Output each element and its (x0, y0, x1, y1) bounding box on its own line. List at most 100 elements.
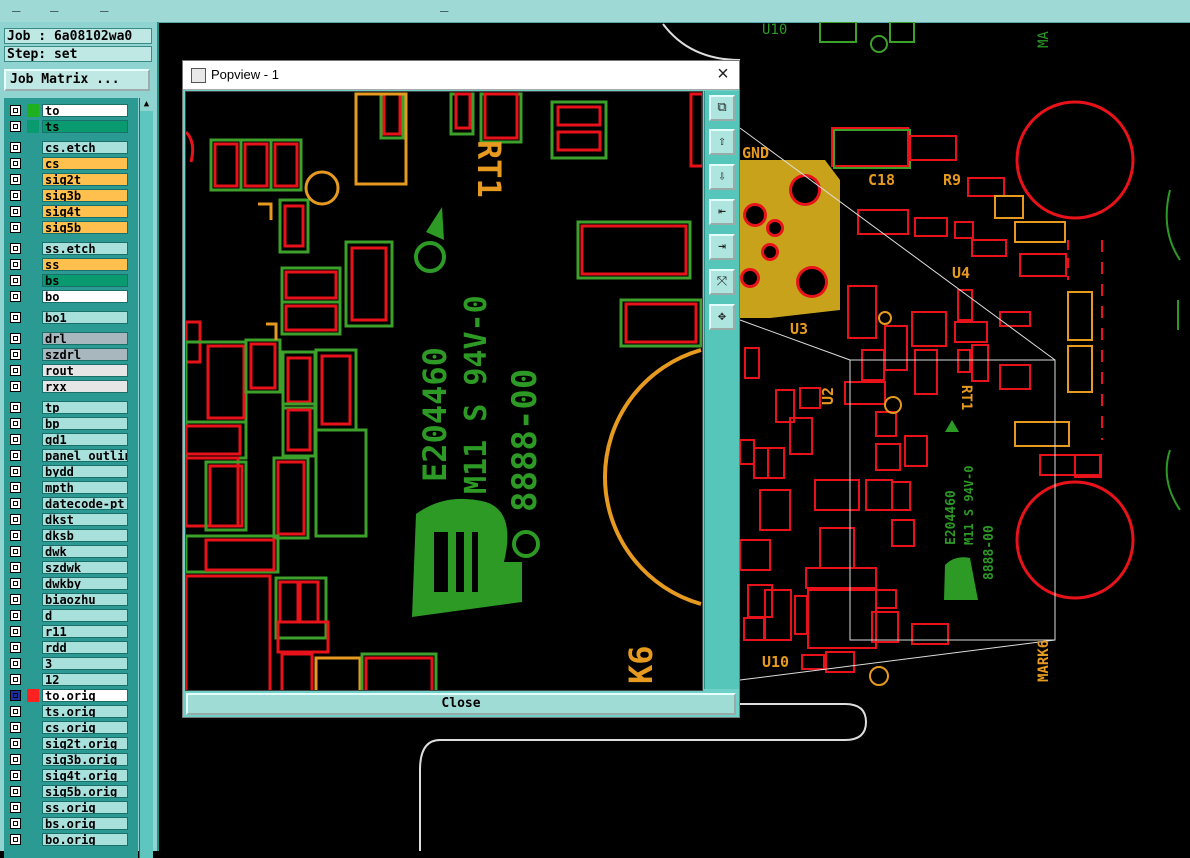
layer-name[interactable]: tp (42, 401, 128, 414)
layer-color-swatch[interactable] (27, 641, 39, 654)
layer-name[interactable]: szdrl (42, 348, 128, 361)
layer-row[interactable]: tp (6, 401, 128, 415)
layer-row[interactable]: drl (6, 332, 128, 346)
layer-row[interactable]: ts.orig (6, 705, 128, 719)
layer-color-swatch[interactable] (27, 721, 39, 734)
layer-checkbox[interactable] (10, 291, 21, 302)
scroll-up-icon[interactable]: ▲ (140, 98, 153, 111)
layer-row[interactable]: datecode-pt (6, 497, 128, 511)
layer-name[interactable]: sig5b (42, 221, 128, 234)
layer-name[interactable]: rout (42, 364, 128, 377)
layer-checkbox[interactable] (10, 722, 21, 733)
layer-name[interactable]: bo1 (42, 311, 128, 324)
layer-row[interactable]: dksb (6, 529, 128, 543)
layer-color-swatch[interactable] (27, 380, 39, 393)
layer-row[interactable]: ss.orig (6, 801, 128, 815)
layer-name[interactable]: to (42, 104, 128, 117)
layer-checkbox[interactable] (10, 402, 21, 413)
layer-list-scrollbar[interactable]: ▲ (139, 98, 153, 858)
layer-color-swatch[interactable] (27, 673, 39, 686)
layer-row[interactable]: 12 (6, 673, 128, 687)
layer-name[interactable]: dwkby (42, 577, 128, 590)
layer-name[interactable]: r11 (42, 625, 128, 638)
close-icon[interactable]: × (713, 63, 733, 85)
layer-checkbox[interactable] (10, 498, 21, 509)
layer-color-swatch[interactable] (27, 417, 39, 430)
layer-color-swatch[interactable] (27, 189, 39, 202)
layer-name[interactable]: d (42, 609, 128, 622)
layer-color-swatch[interactable] (27, 120, 39, 133)
layer-row[interactable]: sig5b (6, 221, 128, 235)
layer-name[interactable]: sig3b (42, 189, 128, 202)
layer-checkbox[interactable] (10, 190, 21, 201)
layer-checkbox[interactable] (10, 514, 21, 525)
layer-name[interactable]: panel_outline (42, 449, 128, 462)
layer-color-swatch[interactable] (27, 529, 39, 542)
zoom-in-icon[interactable]: ✥ (709, 304, 735, 330)
layer-checkbox[interactable] (10, 482, 21, 493)
layer-name[interactable]: bydd (42, 465, 128, 478)
layer-color-swatch[interactable] (27, 817, 39, 830)
layer-checkbox[interactable] (10, 105, 21, 116)
layer-row[interactable]: bs (6, 274, 128, 288)
layer-checkbox[interactable] (10, 674, 21, 685)
popview-canvas[interactable]: RT1 E204460 M11 S 94V-0 8888-00 K6 (185, 91, 703, 691)
layer-name[interactable]: dksb (42, 529, 128, 542)
close-button[interactable]: Close (186, 693, 736, 715)
layer-color-swatch[interactable] (27, 513, 39, 526)
layer-name[interactable]: biaozhu (42, 593, 128, 606)
layer-color-swatch[interactable] (27, 737, 39, 750)
layer-color-swatch[interactable] (27, 577, 39, 590)
layer-color-swatch[interactable] (27, 833, 39, 846)
layer-checkbox[interactable] (10, 450, 21, 461)
layer-checkbox[interactable] (10, 546, 21, 557)
layer-color-swatch[interactable] (27, 769, 39, 782)
layer-color-swatch[interactable] (27, 689, 39, 702)
layer-color-swatch[interactable] (27, 173, 39, 186)
layer-checkbox[interactable] (10, 738, 21, 749)
layer-color-swatch[interactable] (27, 401, 39, 414)
layer-checkbox[interactable] (10, 626, 21, 637)
layer-color-swatch[interactable] (27, 332, 39, 345)
layer-checkbox[interactable] (10, 434, 21, 445)
layer-checkbox[interactable] (10, 349, 21, 360)
layer-color-swatch[interactable] (27, 705, 39, 718)
layer-name[interactable]: datecode-pt (42, 497, 128, 510)
layer-row[interactable]: dwk (6, 545, 128, 559)
layer-checkbox[interactable] (10, 365, 21, 376)
layer-checkbox[interactable] (10, 381, 21, 392)
layer-checkbox[interactable] (10, 802, 21, 813)
layer-row[interactable]: sig3b (6, 189, 128, 203)
layer-checkbox[interactable] (10, 530, 21, 541)
layer-row[interactable]: bs.orig (6, 817, 128, 831)
layer-color-swatch[interactable] (27, 449, 39, 462)
layer-name[interactable]: bs (42, 274, 128, 287)
layer-checkbox[interactable] (10, 658, 21, 669)
layer-name[interactable]: sig4t.orig (42, 769, 128, 782)
layer-name[interactable]: gd1 (42, 433, 128, 446)
layer-name[interactable]: ss (42, 258, 128, 271)
layer-color-swatch[interactable] (27, 785, 39, 798)
layer-checkbox[interactable] (10, 706, 21, 717)
layer-row[interactable]: sig3b.orig (6, 753, 128, 767)
zoom-fit-icon[interactable]: ⤧ (709, 269, 735, 295)
layer-row[interactable]: szdwk (6, 561, 128, 575)
layer-checkbox[interactable] (10, 642, 21, 653)
pan-right-icon[interactable]: ⇥ (709, 234, 735, 260)
layer-name[interactable]: 3 (42, 657, 128, 670)
layer-name[interactable]: sig2t (42, 173, 128, 186)
layer-name[interactable]: bo (42, 290, 128, 303)
layer-checkbox[interactable] (10, 594, 21, 605)
layer-row[interactable]: r11 (6, 625, 128, 639)
layer-color-swatch[interactable] (27, 497, 39, 510)
layer-row[interactable]: d (6, 609, 128, 623)
layer-row[interactable]: sig2t.orig (6, 737, 128, 751)
layer-row[interactable]: sig4t (6, 205, 128, 219)
layer-color-swatch[interactable] (27, 157, 39, 170)
layer-row[interactable]: to.orig (6, 689, 128, 703)
layer-row[interactable]: dkst (6, 513, 128, 527)
layer-name[interactable]: cs (42, 157, 128, 170)
layer-name[interactable]: ss.orig (42, 801, 128, 814)
layer-checkbox[interactable] (10, 174, 21, 185)
layer-checkbox[interactable] (10, 418, 21, 429)
